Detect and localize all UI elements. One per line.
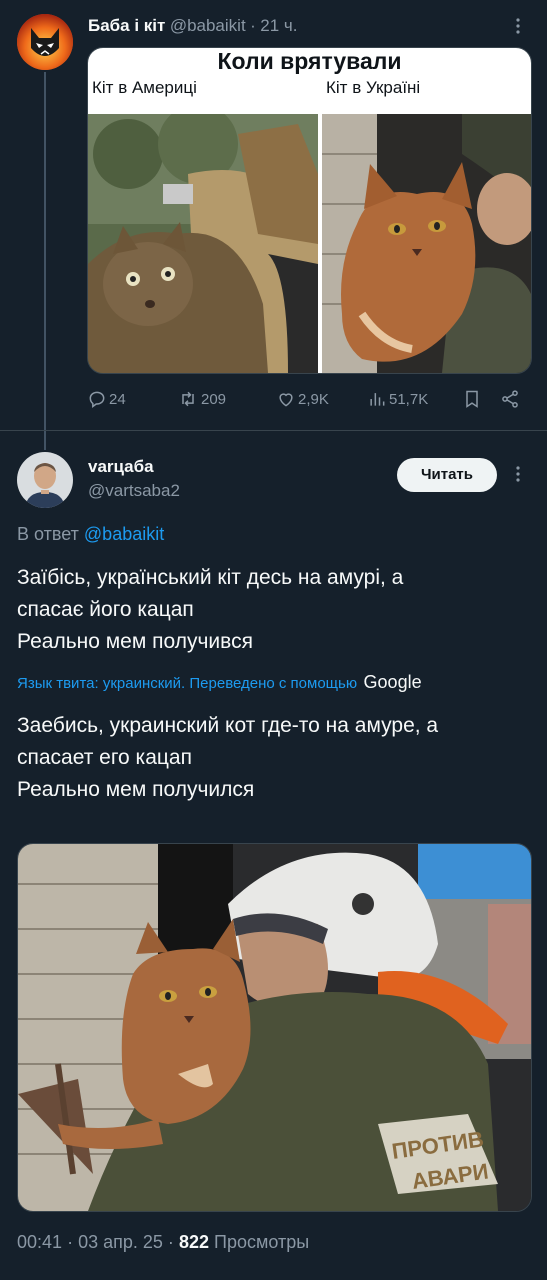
translation-note[interactable]: Язык твита: украинский. Переведено с пом…	[17, 672, 422, 693]
reply-to-link[interactable]: @babaikit	[84, 524, 164, 544]
thread-line	[44, 72, 46, 450]
retweet-button[interactable]: 209	[177, 388, 226, 410]
tweet-time[interactable]: 21 ч.	[260, 16, 297, 35]
meme-title: Коли врятували	[217, 48, 402, 74]
tweet-date[interactable]: 03 апр. 25	[78, 1232, 163, 1252]
separator: ·	[167, 1232, 174, 1252]
more-icon[interactable]	[508, 464, 528, 484]
photo-cat-firefighter: ПРОТИВ АВАРИ	[18, 844, 531, 1211]
tweet1-actions: 24 209 2,9K 51,7K	[87, 388, 530, 410]
meme-left-photo	[88, 114, 318, 373]
views-icon	[370, 393, 385, 406]
author-name[interactable]: Баба і кіт	[88, 16, 165, 35]
translated-text: Заебись, украинский кот где-то на амуре,…	[17, 714, 439, 801]
avatar-babaikit[interactable]	[17, 14, 73, 70]
tweet-text: Заїбісь, український кіт десь на амурі, …	[17, 566, 404, 653]
avatar-mask-art	[17, 14, 73, 70]
author-handle[interactable]: @babaikit	[170, 16, 246, 35]
translation-label: Язык твита: украинский. Переведено с пом…	[17, 675, 358, 692]
tweet1-header: Баба і кіт @babaikit · 21 ч.	[88, 14, 297, 38]
reply-icon	[89, 391, 105, 408]
retweet-icon	[182, 391, 194, 407]
meme-right-photo	[322, 114, 531, 373]
reply-count: 24	[109, 390, 126, 408]
follow-button[interactable]: Читать	[397, 458, 497, 492]
meme-header: Коли врятували Кіт в Америці Кіт в Украї…	[88, 48, 531, 114]
avatar-vartsaba2[interactable]	[17, 452, 73, 508]
views-count: 51,7K	[389, 390, 429, 408]
more-icon[interactable]	[508, 16, 528, 36]
retweet-count: 209	[201, 390, 227, 408]
reply-context: В ответ @babaikit	[17, 524, 164, 545]
author-handle[interactable]: @vartsaba2	[88, 481, 180, 501]
avatar-photo	[17, 452, 73, 508]
tweet2-photo[interactable]: ПРОТИВ АВАРИ	[17, 843, 532, 1212]
author-name[interactable]: varцаба	[88, 457, 154, 477]
tweet-meta: 00:41 · 03 апр. 25 · 822 Просмотры	[17, 1232, 309, 1253]
like-button[interactable]: 2,9K	[276, 388, 329, 410]
divider	[0, 430, 547, 431]
share-icon[interactable]	[500, 389, 520, 409]
views-button[interactable]: 51,7K	[367, 388, 428, 410]
reply-prefix: В ответ	[17, 524, 79, 544]
meme-right-caption: Кіт в Україні	[326, 78, 421, 97]
separator: ·	[67, 1232, 74, 1252]
like-count: 2,9K	[298, 390, 329, 408]
tweet1-media[interactable]: Коли врятували Кіт в Америці Кіт в Украї…	[87, 47, 532, 374]
views-label: Просмотры	[214, 1232, 310, 1252]
tweet-time[interactable]: 00:41	[17, 1232, 62, 1252]
meme-left-caption: Кіт в Америці	[92, 78, 197, 97]
like-icon	[279, 393, 293, 407]
google-logo: Google	[363, 672, 422, 692]
views-count: 822	[178, 1232, 209, 1252]
separator: ·	[250, 16, 256, 35]
bookmark-icon[interactable]	[462, 389, 482, 409]
reply-button[interactable]: 24	[87, 388, 126, 410]
